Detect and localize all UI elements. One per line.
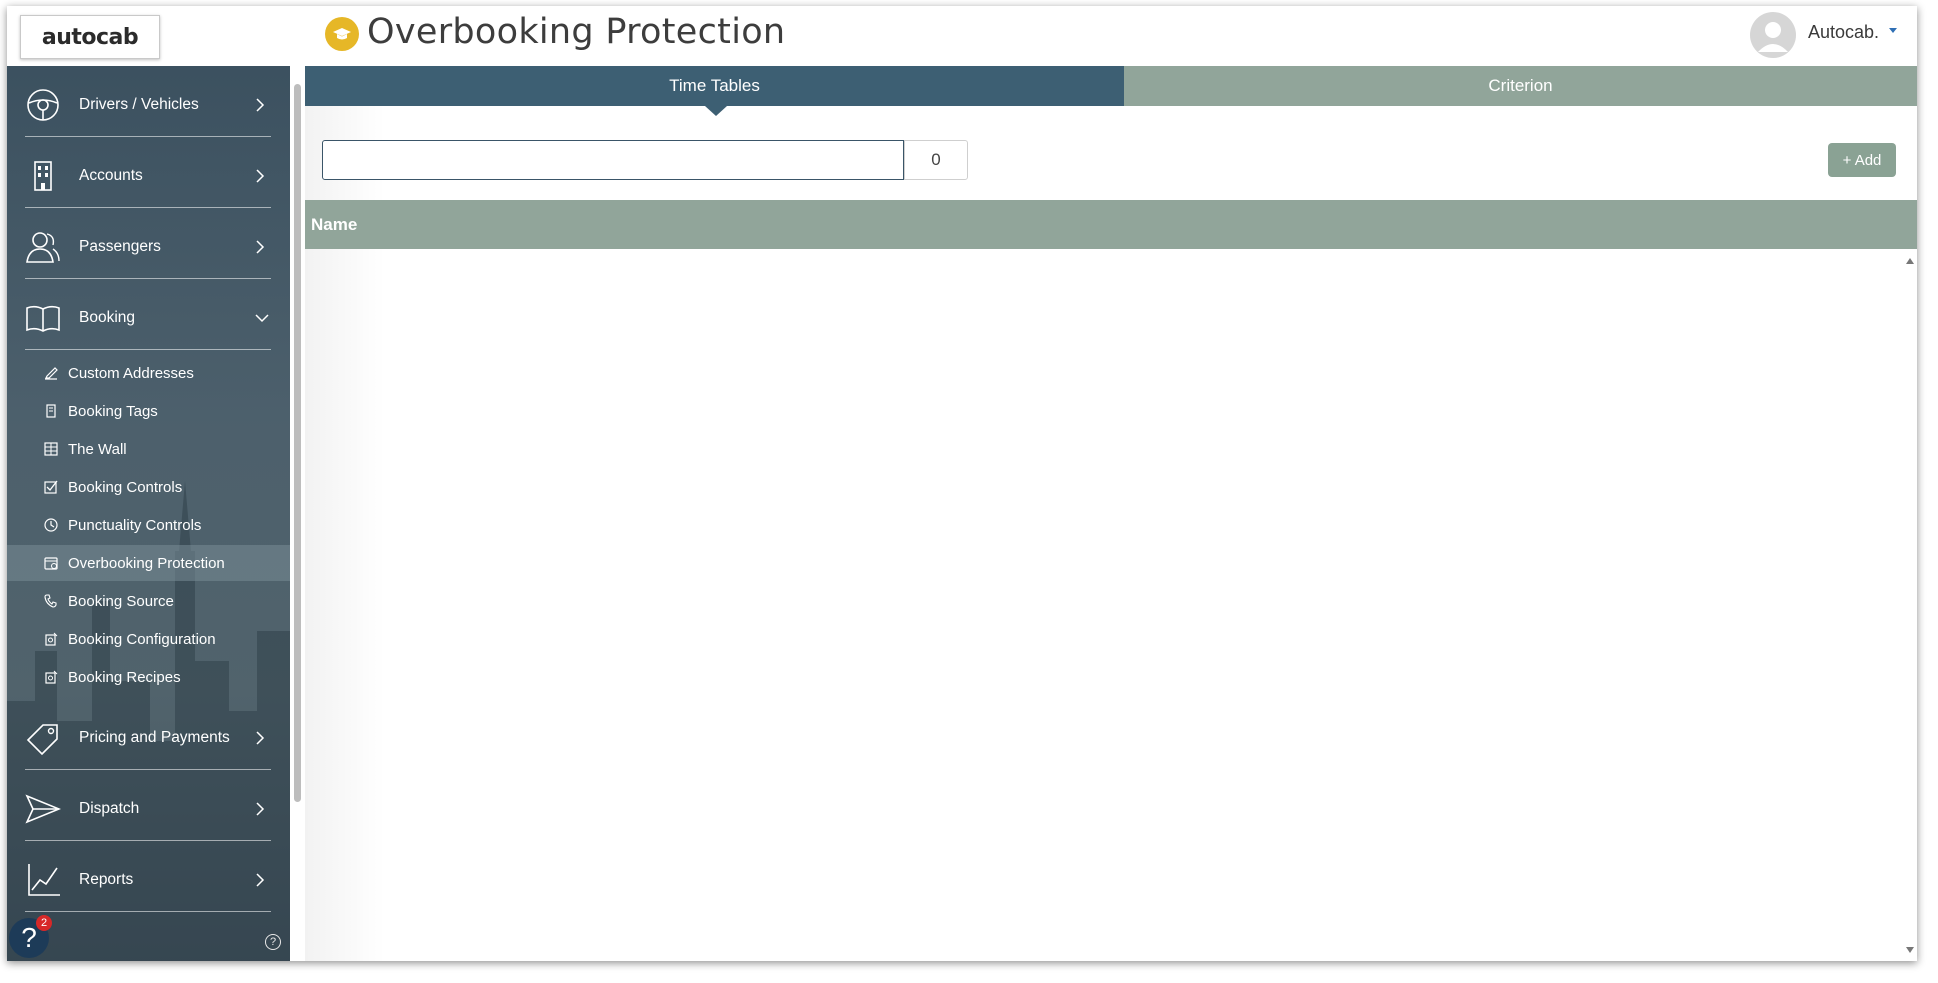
table-scroll-down-icon[interactable] [1906, 947, 1914, 953]
edit-icon [45, 367, 58, 380]
sub-item-custom-addresses[interactable]: Custom Addresses [7, 355, 290, 391]
active-tab-pointer [705, 106, 727, 116]
tab-label: Time Tables [669, 76, 760, 95]
logo-text: autocab [41, 24, 139, 50]
sub-item-label: Booking Tags [68, 402, 158, 420]
sub-item-label: Booking Controls [68, 478, 183, 496]
sub-item-booking-configuration[interactable]: Booking Configuration [7, 621, 290, 657]
nav-label: Drivers / Vehicles [79, 96, 199, 113]
user-avatar[interactable] [1750, 12, 1796, 58]
page-title: Overbooking Protection [367, 12, 786, 52]
sub-item-the-wall[interactable]: The Wall [7, 431, 290, 467]
sub-item-label: Booking Configuration [68, 630, 216, 648]
grid-icon [44, 442, 58, 456]
question-circle-icon[interactable]: ? [265, 934, 281, 950]
recipe-doc-icon [45, 670, 58, 684]
nav-label: Booking [79, 309, 136, 326]
chevron-right-icon [256, 169, 265, 183]
sub-item-label: Booking Source [68, 592, 174, 610]
sidebar-divider [25, 911, 271, 912]
sub-item-label: Booking Recipes [68, 668, 181, 686]
nav-label: Passengers [79, 238, 161, 255]
nav-booking[interactable]: Booking [7, 283, 272, 353]
sub-item-booking-recipes[interactable]: Booking Recipes [7, 659, 290, 695]
sub-item-overbooking-protection[interactable]: Overbooking Protection [7, 545, 290, 581]
sidebar-divider [25, 769, 271, 770]
chevron-right-icon [256, 802, 265, 816]
user-menu-caret-icon[interactable] [1889, 28, 1897, 33]
sub-item-booking-source[interactable]: Booking Source [7, 583, 290, 619]
chevron-right-icon [256, 240, 265, 254]
nav-label: Pricing and Payments [79, 729, 230, 746]
sub-item-label: Overbooking Protection [68, 554, 225, 572]
nav-accounts[interactable]: Accounts [7, 141, 272, 211]
config-doc-icon [45, 632, 58, 646]
nav-label: Reports [79, 871, 134, 888]
sub-item-punctuality-controls[interactable]: Punctuality Controls [7, 507, 290, 543]
add-button[interactable]: + Add [1828, 143, 1896, 177]
graduation-cap-icon[interactable] [325, 17, 359, 51]
paper-plane-icon [25, 794, 61, 824]
sidebar-divider [25, 278, 271, 279]
sub-item-booking-controls[interactable]: Booking Controls [7, 469, 290, 505]
check-square-icon [44, 480, 58, 494]
sub-item-booking-tags[interactable]: Booking Tags [7, 393, 290, 429]
sub-item-label: Punctuality Controls [68, 516, 202, 534]
chevron-right-icon [256, 731, 265, 745]
calendar-icon [44, 557, 58, 570]
nav-label: Accounts [79, 167, 143, 184]
sidebar-divider [25, 207, 271, 208]
table-scroll-up-icon[interactable] [1906, 258, 1914, 264]
help-button-label: ? [21, 922, 37, 953]
clock-icon [44, 518, 58, 532]
user-name[interactable]: Autocab. [1808, 22, 1879, 43]
nav-reports[interactable]: Reports [7, 845, 272, 915]
search-input[interactable] [322, 140, 904, 180]
question-circle-label: ? [269, 936, 277, 948]
result-count: 0 [904, 140, 968, 180]
steering-wheel-icon [27, 89, 59, 121]
users-icon [26, 232, 60, 263]
tab-label: Criterion [1488, 76, 1553, 95]
nav-pricing-payments[interactable]: Pricing and Payments [7, 703, 272, 773]
nav-passengers[interactable]: Passengers [7, 212, 272, 282]
tab-criterion[interactable]: Criterion [1124, 66, 1917, 106]
nav-drivers-vehicles[interactable]: Drivers / Vehicles [7, 70, 272, 140]
autocab-logo[interactable]: autocab [20, 15, 160, 59]
building-icon [34, 161, 52, 191]
tag-icon [26, 724, 58, 756]
sub-item-label: Custom Addresses [68, 364, 194, 382]
phone-icon [44, 594, 57, 608]
book-icon [26, 305, 60, 332]
line-chart-icon [28, 864, 60, 896]
tag-doc-icon [46, 404, 56, 418]
sub-item-label: The Wall [68, 440, 127, 458]
column-header-name[interactable]: Name [311, 215, 357, 235]
tab-time-tables[interactable]: Time Tables [305, 66, 1124, 106]
nav-dispatch[interactable]: Dispatch [7, 774, 272, 844]
app-window: autocab Overbooking Protection Autocab. [7, 6, 1917, 961]
chevron-right-icon [256, 98, 265, 112]
chevron-right-icon [256, 873, 265, 887]
sidebar-divider [25, 840, 271, 841]
sidebar-divider [25, 136, 271, 137]
nav-label: Dispatch [79, 800, 140, 817]
sidebar-divider [25, 349, 271, 350]
table-header [305, 200, 1917, 249]
help-badge: 2 [36, 915, 52, 931]
chevron-down-icon [255, 314, 269, 323]
sidebar-scrollbar-thumb[interactable] [294, 84, 301, 802]
